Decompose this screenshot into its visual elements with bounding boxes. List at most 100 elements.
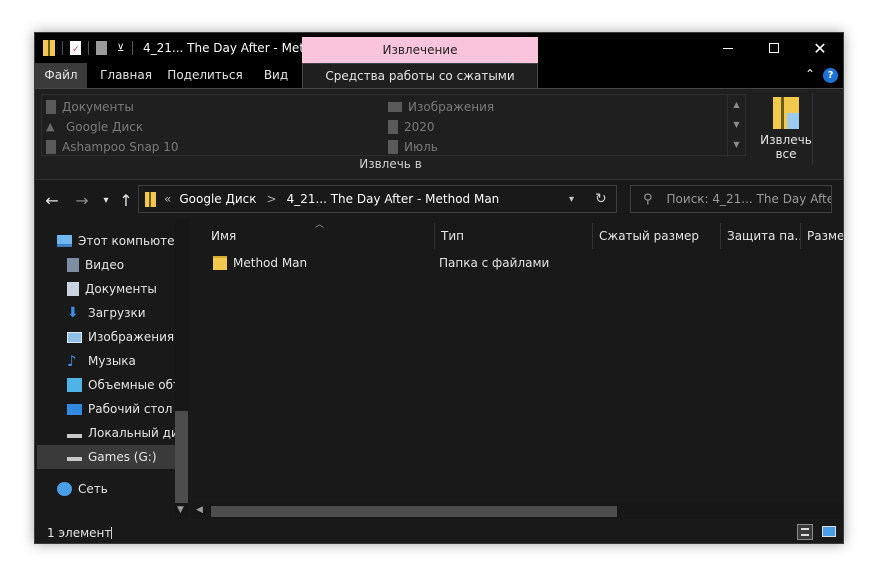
scroll-down-icon[interactable]: ▼ <box>177 505 184 515</box>
customize-toolbar-icon[interactable]: ⊻ <box>117 43 124 54</box>
downloads-icon: ⬇ <box>67 305 79 321</box>
destination-label: Ashampoo Snap 10 <box>62 140 179 154</box>
destination-documents[interactable]: Документы <box>46 97 134 117</box>
column-header-protection[interactable]: Защита па... <box>721 223 801 249</box>
breadcrumb-google-drive[interactable]: Google Диск <box>179 192 256 206</box>
column-header-name[interactable]: Имя <box>205 223 435 249</box>
destination-label: Июль <box>404 140 438 154</box>
nav-item-3d-objects[interactable]: Объемные объекты <box>67 373 175 397</box>
desktop-icon <box>67 403 82 415</box>
quick-access-toolbar: ✓ ⊻ <box>43 39 134 57</box>
large-icons-view-button[interactable] <box>821 524 837 540</box>
nav-item-games-drive[interactable]: Games (G:) <box>37 445 175 469</box>
properties-icon[interactable]: ✓ <box>70 41 81 55</box>
destination-july[interactable]: Июль <box>388 137 438 157</box>
extract-all-icon <box>773 97 799 129</box>
column-header-type[interactable]: Тип <box>435 223 593 249</box>
collapse-ribbon-icon[interactable]: ⌃ <box>805 67 815 81</box>
pictures-icon <box>67 331 82 343</box>
breadcrumb-current[interactable]: 4_21... The Day After - Method Man <box>287 192 500 206</box>
scroll-left-icon[interactable]: ◀ <box>196 505 203 515</box>
scroll-up-icon[interactable]: ▲ <box>728 95 745 115</box>
extract-all-label: все <box>775 147 797 161</box>
breadcrumb-overflow[interactable]: « <box>164 192 171 206</box>
extract-all-button[interactable]: Извлечь все <box>755 93 817 165</box>
maximize-icon <box>769 43 779 53</box>
nav-item-documents[interactable]: Документы <box>67 277 189 301</box>
documents-icon <box>46 100 56 114</box>
file-name: Method Man <box>233 256 308 270</box>
file-list-horizontal-scrollbar[interactable]: ◀ <box>191 503 843 519</box>
scroll-down-icon[interactable]: ▼ <box>728 115 745 135</box>
tab-file[interactable]: Файл <box>35 63 87 88</box>
ribbon-panel: Документы ▲ Google Диск Ashampoo Snap 10… <box>35 88 843 180</box>
navigation-pane-scrollbar-thumb[interactable] <box>175 411 188 503</box>
table-row[interactable]: Method Man Папка с файлами <box>213 251 833 275</box>
nav-item-label: Изображения <box>88 330 175 344</box>
nav-item-network[interactable]: Сеть <box>57 477 189 501</box>
details-view-icon <box>801 528 809 536</box>
gallery-scroller[interactable]: ▲ ▼ ▼ <box>727 95 745 157</box>
nav-item-label: Games (G:) <box>88 450 157 464</box>
divider <box>812 93 813 165</box>
nav-item-this-pc[interactable]: Этот компьютер <box>57 229 189 253</box>
forward-button[interactable]: → <box>71 189 93 211</box>
horizontal-scrollbar-thumb[interactable] <box>211 506 617 517</box>
column-header-compressed-size[interactable]: Сжатый размер <box>593 223 721 249</box>
maximize-button[interactable] <box>751 33 797 63</box>
divider <box>111 527 112 539</box>
arrow-right-icon: → <box>75 190 89 210</box>
nav-item-downloads[interactable]: ⬇ Загрузки <box>67 301 189 325</box>
destination-ashampoo[interactable]: Ashampoo Snap 10 <box>46 137 179 157</box>
large-icons-view-icon <box>822 526 836 537</box>
refresh-icon[interactable]: ↻ <box>595 191 607 207</box>
nav-item-music[interactable]: ♪ Музыка <box>67 349 189 373</box>
computer-icon <box>57 235 72 247</box>
divider <box>132 41 134 55</box>
destination-2020[interactable]: 2020 <box>388 117 435 137</box>
nav-item-label: Сеть <box>78 482 108 496</box>
minimize-button[interactable] <box>705 33 751 63</box>
recent-locations-button[interactable]: ▾ <box>95 189 117 211</box>
help-icon[interactable]: ? <box>823 68 838 83</box>
documents-icon <box>67 282 79 296</box>
nav-item-video[interactable]: Видео <box>67 253 189 277</box>
nav-item-desktop[interactable]: Рабочий стол <box>67 397 189 421</box>
more-icon[interactable]: ▼ <box>728 135 745 155</box>
file-type: Папка с файлами <box>439 256 550 270</box>
context-tab-extract[interactable]: Извлечение <box>302 37 538 63</box>
tab-home[interactable]: Главная <box>93 63 159 88</box>
destination-google-drive[interactable]: ▲ Google Диск <box>46 117 143 137</box>
nav-item-local-disk[interactable]: Локальный диск (C:) <box>67 421 175 445</box>
folder-icon <box>388 140 398 154</box>
nav-item-label: Локальный диск (C:) <box>88 426 175 440</box>
divider <box>62 41 63 55</box>
minimize-icon <box>723 47 733 49</box>
arrow-up-icon: ↑ <box>119 190 133 210</box>
tab-share[interactable]: Поделиться <box>165 63 245 88</box>
destination-pictures[interactable]: Изображения <box>388 97 494 117</box>
tab-compressed-folder-tools[interactable]: Средства работы со сжатыми папками <box>302 63 538 108</box>
back-button[interactable]: ← <box>41 189 63 211</box>
breadcrumb-separator[interactable]: > <box>267 192 277 206</box>
details-view-button[interactable] <box>797 524 813 540</box>
nav-item-label: Музыка <box>88 354 136 368</box>
folder-icon <box>213 256 227 270</box>
destination-label: Документы <box>62 100 134 114</box>
navigation-bar: ← → ▾ ↑ « Google Диск > 4_21... The Day … <box>35 181 843 219</box>
arrow-left-icon: ← <box>45 190 59 210</box>
up-button[interactable]: ↑ <box>115 189 137 211</box>
status-bar: 1 элемент <box>35 521 843 543</box>
search-box[interactable]: ⚲ Поиск: 4_21... The Day After ... <box>630 185 832 213</box>
address-dropdown-icon[interactable]: ▾ <box>569 194 574 205</box>
address-bar[interactable]: « Google Диск > 4_21... The Day After - … <box>138 185 617 213</box>
nav-item-pictures[interactable]: Изображения <box>67 325 189 349</box>
new-folder-icon[interactable] <box>96 41 107 55</box>
extract-to-gallery: Документы ▲ Google Диск Ashampoo Snap 10… <box>41 94 746 157</box>
item-count: 1 элемент <box>47 526 112 540</box>
column-header-size[interactable]: Размер <box>801 223 843 249</box>
close-button[interactable]: ✕ <box>797 33 843 63</box>
search-placeholder: Поиск: 4_21... The Day After ... <box>666 192 831 206</box>
extract-all-label: Извлечь <box>760 133 812 147</box>
tab-view[interactable]: Вид <box>251 63 301 88</box>
